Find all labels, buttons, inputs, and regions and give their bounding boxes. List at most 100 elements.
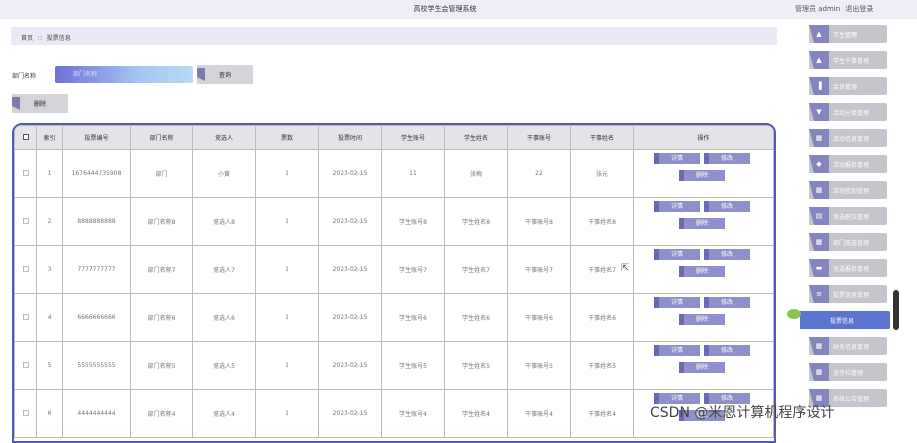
cell-staff-name: 干事姓名6 [570, 293, 634, 342]
row-checkbox[interactable] [22, 313, 29, 320]
detail-button[interactable]: 详情 [654, 201, 700, 212]
button-tab-icon [679, 170, 684, 181]
edit-button-label: 修改 [720, 299, 733, 306]
sidebar-item[interactable]: ▲ 学生管理 [809, 25, 887, 43]
button-tab-icon [704, 153, 709, 164]
detail-button[interactable]: 详情 [654, 297, 700, 308]
cell-vote-no: 5555555555 [62, 341, 131, 390]
sidebar-item[interactable]: ▐ 会员管理 [809, 77, 887, 95]
sidebar-item[interactable]: ▤ 竞选职位管理 [809, 207, 887, 225]
edit-button[interactable]: 修改 [704, 153, 750, 164]
edit-button[interactable]: 修改 [704, 345, 750, 356]
cell-stu-acc: 学生账号5 [381, 341, 445, 390]
sidebar-item-label: 财务信息管理 [833, 344, 870, 351]
cell-staff-acc: 干事账号4 [507, 389, 571, 438]
top-bar: 高校学生会管理系统 管理员 admin 退出登录 [0, 0, 917, 19]
header-candidate: 竞选人 [192, 125, 256, 150]
sidebar-item[interactable]: ▦ 宣传栏管理 [809, 363, 887, 381]
sidebar-item-label: 学生干事管理 [833, 58, 870, 65]
scrollbar-handle[interactable] [893, 290, 899, 330]
table-row: 3 7777777777 部门名称7 竞选人7 1 2023-02-15 学生账号7 学生姓名… [14, 245, 774, 294]
detail-button-label: 详情 [670, 347, 683, 354]
dept-search-input[interactable] [55, 66, 193, 83]
button-tab-icon [654, 201, 659, 212]
row-select-cell[interactable] [14, 293, 37, 342]
row-select-cell[interactable] [14, 197, 37, 246]
cell-vote-no: 1676444735908 [62, 149, 131, 198]
grid-icon: ▦ [809, 233, 829, 251]
detail-button-label: 详情 [670, 299, 683, 306]
row-select-cell[interactable] [14, 389, 37, 438]
detail-button[interactable]: 详情 [654, 249, 700, 260]
cell-dept: 部门名称7 [130, 245, 193, 294]
actions-group: 详情 修改 删除 [634, 150, 773, 197]
button-tab-icon [679, 362, 684, 373]
header-time: 投票时间 [318, 125, 382, 150]
cell-vote-no: 4444444444 [62, 389, 131, 438]
sidebar-item[interactable]: ▲ 学生干事管理 [809, 51, 887, 69]
cell-stu-name: 学生姓名6 [444, 293, 508, 342]
breadcrumb-home[interactable]: 首页 [21, 35, 33, 42]
sidebar-item-label: 投票信息 [830, 318, 855, 325]
edit-button-label: 修改 [720, 347, 733, 354]
row-select-cell[interactable] [14, 149, 37, 198]
sidebar-item[interactable]: ≡ 投票信息管理 [809, 285, 887, 303]
user-area: 管理员 admin 退出登录 [795, 4, 873, 14]
sidebar-item[interactable]: ▼ 活动分类管理 [809, 103, 887, 121]
query-button[interactable]: 查询 [197, 65, 253, 84]
grid-icon: ▦ [809, 181, 829, 199]
detail-button[interactable]: 详情 [654, 345, 700, 356]
row-select-cell[interactable] [14, 245, 37, 294]
row-delete-button[interactable]: 删除 [679, 170, 725, 181]
sidebar-item[interactable]: ▦ 活动信息管理 [809, 129, 887, 147]
header-student-name: 学生姓名 [444, 125, 508, 150]
row-delete-label: 删除 [695, 220, 708, 227]
cell-vote-no: 7777777777 [62, 245, 131, 294]
edit-button[interactable]: 修改 [704, 201, 750, 212]
sidebar-item[interactable]: 投票信息 [800, 311, 890, 329]
row-delete-button[interactable]: 删除 [679, 266, 725, 277]
header-staff-name: 干事姓名 [570, 125, 634, 150]
edit-button[interactable]: 修改 [704, 297, 750, 308]
cell-dept: 部门名称8 [130, 197, 193, 246]
edit-button[interactable]: 修改 [704, 249, 750, 260]
cell-index: 6 [36, 389, 63, 438]
sidebar-item[interactable]: ◆ 活动报名管理 [809, 155, 887, 173]
actions-group: 详情 修改 删除 [634, 246, 773, 293]
row-select-cell[interactable] [14, 341, 37, 390]
detail-button[interactable]: 详情 [654, 153, 700, 164]
row-checkbox[interactable] [22, 409, 29, 416]
header-select-all[interactable] [14, 125, 37, 150]
leaf-decoration-icon [787, 309, 801, 319]
sidebar-item[interactable]: ▬ 竞选报名管理 [809, 259, 887, 277]
sidebar-item[interactable]: ▦ 活动签到管理 [809, 181, 887, 199]
header-student-account: 学生账号 [381, 125, 445, 150]
header-staff-account: 干事账号 [507, 125, 571, 150]
row-delete-button[interactable]: 删除 [679, 314, 725, 325]
cell-time: 2023-02-15 [318, 341, 382, 390]
sidebar-item[interactable]: ▦ 部门竞选管理 [809, 233, 887, 251]
cell-staff-name: 干事姓名5 [570, 341, 634, 390]
cell-index: 1 [36, 149, 63, 198]
header-votes: 票数 [255, 125, 319, 150]
batch-delete-button[interactable]: 删除 [12, 94, 68, 113]
user-label: 管理员 admin [795, 5, 841, 13]
logout-link[interactable]: 退出登录 [845, 5, 873, 13]
sidebar-item[interactable]: ▦ 财务信息管理 [809, 337, 887, 355]
row-delete-button[interactable]: 删除 [679, 218, 725, 229]
actions-cell: 详情 修改 删除 [633, 197, 774, 246]
row-checkbox[interactable] [22, 265, 29, 272]
cell-stu-name: 学生姓名4 [444, 389, 508, 438]
doc-icon: ▤ [809, 207, 829, 225]
row-delete-button[interactable]: 删除 [679, 362, 725, 373]
row-checkbox[interactable] [22, 217, 29, 224]
select-all-checkbox[interactable] [22, 133, 29, 140]
cell-staff-name: 张元 [570, 149, 634, 198]
cell-candidate: 竞选人7 [192, 245, 256, 294]
cell-index: 3 [36, 245, 63, 294]
row-checkbox[interactable] [22, 169, 29, 176]
row-checkbox[interactable] [22, 361, 29, 368]
cell-staff-acc: 干事账号6 [507, 293, 571, 342]
vote-table: 索引 投票编号 部门名称 竞选人 票数 投票时间 学生账号 学生姓名 干事账号 … [14, 125, 774, 438]
detail-button-label: 详情 [670, 251, 683, 258]
